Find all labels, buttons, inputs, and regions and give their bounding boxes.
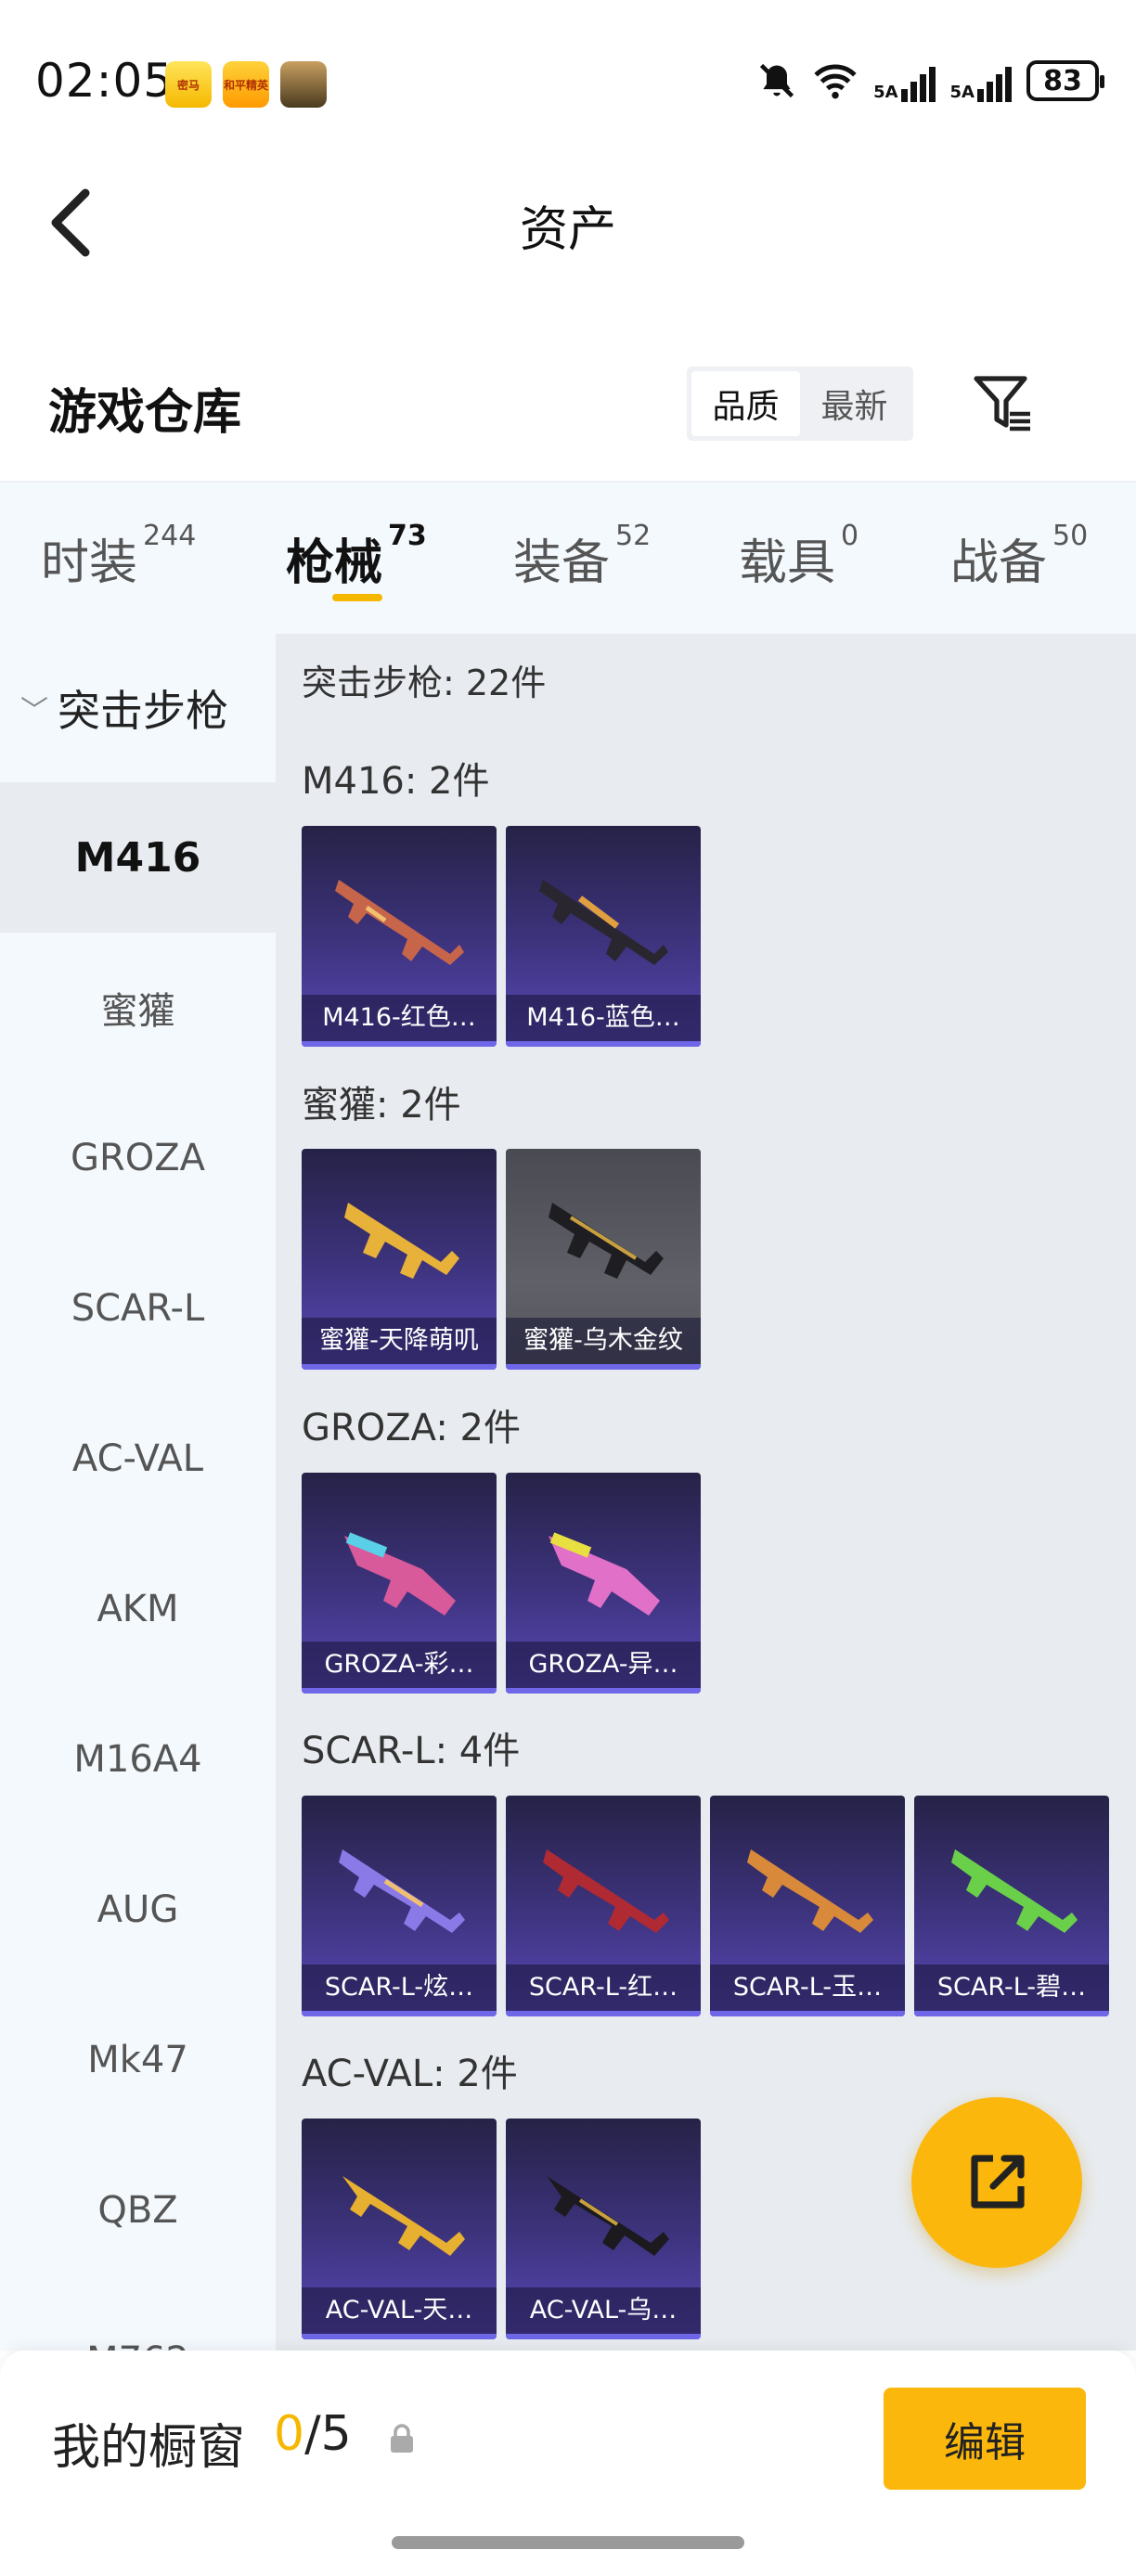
status-right: 5A 5A 83 — [756, 59, 1104, 102]
rifle-image-icon — [951, 1849, 1078, 1933]
weapon-card[interactable]: SCAR-L-红… — [506, 1796, 701, 2016]
status-app-icons: 密马 和平精英 — [165, 61, 327, 108]
category-total: 突击步枪: 22件 — [302, 663, 547, 703]
weapon-card[interactable]: M416-红色… — [302, 826, 497, 1047]
weapon-card[interactable]: AC-VAL-乌… — [506, 2119, 701, 2339]
weapon-card[interactable]: SCAR-L-玉… — [710, 1796, 905, 2016]
filter-button[interactable] — [969, 369, 1036, 436]
chevron-down-icon: ﹀ — [20, 695, 48, 728]
sidebar-item-m762[interactable]: M762 — [0, 2286, 276, 2351]
showcase-count: 0/5 — [274, 2406, 352, 2462]
sidebar-item-m16a4[interactable]: M16A4 — [0, 1684, 276, 1835]
rifle-image-icon — [547, 2176, 669, 2256]
sidebar-item-honey-badger[interactable]: 蜜獾 — [0, 933, 276, 1083]
rifle-image-icon — [747, 1849, 873, 1933]
weapon-card[interactable]: GROZA-彩… — [302, 1473, 497, 1694]
cell-signal-icon: 5A — [950, 59, 1012, 102]
weapon-card[interactable]: M416-蓝色… — [506, 826, 701, 1047]
page-title: 资产 — [519, 202, 616, 258]
group-title-groza: GROZA: 2件 — [302, 1407, 521, 1449]
sidebar-item-akm[interactable]: AKM — [0, 1534, 276, 1684]
rifle-image-icon — [549, 1203, 664, 1279]
app-notification-icon — [280, 61, 327, 108]
share-icon — [971, 2155, 1025, 2209]
app-notification-icon: 和平精英 — [223, 61, 269, 108]
edit-button[interactable]: 编辑 — [884, 2388, 1086, 2490]
lock-icon — [391, 2424, 413, 2453]
filter-icon — [974, 376, 1030, 431]
group-title-m416: M416: 2件 — [302, 760, 490, 803]
sort-toggle: 品质 最新 — [687, 367, 913, 441]
category-tabs: 时装 244 枪械 73 装备 52 载具 0 战备 50 — [0, 481, 1136, 634]
sidebar-item-qbz[interactable]: QBZ — [0, 2135, 276, 2286]
app-notification-icon: 密马 — [165, 61, 212, 108]
weapon-card[interactable]: SCAR-L-碧… — [914, 1796, 1109, 2016]
sidebar-item-mk47[interactable]: Mk47 — [0, 1985, 276, 2135]
showcase-label: 我的橱窗 — [52, 2420, 246, 2476]
tab-guns[interactable]: 枪械 73 — [286, 520, 427, 593]
weapon-card[interactable]: SCAR-L-炫… — [302, 1796, 497, 2016]
active-tab-indicator — [332, 594, 382, 601]
warehouse-title: 游戏仓库 — [48, 385, 242, 441]
tab-supplies[interactable]: 战备 50 — [950, 520, 1088, 593]
rifle-image-icon — [549, 1532, 660, 1616]
weapon-card[interactable]: AC-VAL-天… — [302, 2119, 497, 2339]
weapon-type-sidebar: ﹀ 突击步枪 M416 蜜獾 GROZA SCAR-L AC-VAL AKM M1… — [0, 634, 276, 2351]
rifle-image-icon — [539, 880, 668, 965]
tab-equipment[interactable]: 装备 52 — [513, 520, 651, 593]
tab-fashion[interactable]: 时装 244 — [41, 520, 196, 593]
sidebar-item-m416[interactable]: M416 — [0, 782, 276, 933]
status-bar: 02:05 密马 和平精英 5A 5A 83 — [0, 0, 1136, 162]
rifle-image-icon — [543, 1849, 669, 1933]
rifle-image-icon — [339, 1849, 465, 1933]
rifle-image-icon — [342, 2176, 465, 2256]
weapon-card[interactable]: 蜜獾-乌木金纹 — [506, 1149, 701, 1370]
rifle-image-icon — [344, 1203, 459, 1279]
group-title-scar-l: SCAR-L: 4件 — [302, 1730, 521, 1772]
sidebar-item-aug[interactable]: AUG — [0, 1835, 276, 1985]
sidebar-item-scar-l[interactable]: SCAR-L — [0, 1233, 276, 1384]
group-title-ac-val: AC-VAL: 2件 — [302, 2053, 518, 2095]
weapon-card[interactable]: 蜜獾-天降萌叽 — [302, 1149, 497, 1370]
cell-signal-icon: 5A — [873, 59, 936, 102]
rifle-image-icon — [344, 1532, 456, 1616]
sidebar-item-ac-val[interactable]: AC-VAL — [0, 1384, 276, 1534]
weapon-card[interactable]: GROZA-异… — [506, 1473, 701, 1694]
wifi-icon — [814, 64, 857, 99]
sidebar-item-groza[interactable]: GROZA — [0, 1083, 276, 1233]
group-title-honey-badger: 蜜獾: 2件 — [302, 1084, 461, 1127]
share-button[interactable] — [911, 2097, 1082, 2268]
status-time: 02:05 — [35, 54, 174, 108]
sort-quality-button[interactable]: 品质 — [691, 371, 800, 436]
weapon-content: 突击步枪: 22件 M416: 2件 M416-红色… M416-蓝色… 蜜獾:… — [276, 634, 1136, 2351]
sidebar-group-assault-rifles[interactable]: ﹀ 突击步枪 — [0, 634, 276, 782]
home-indicator — [392, 2536, 744, 2549]
tab-vehicles[interactable]: 载具 0 — [739, 520, 858, 593]
mute-bell-icon — [759, 63, 794, 98]
sort-newest-button[interactable]: 最新 — [800, 371, 909, 436]
battery-icon: 83 — [1026, 60, 1104, 101]
rifle-image-icon — [335, 880, 464, 965]
